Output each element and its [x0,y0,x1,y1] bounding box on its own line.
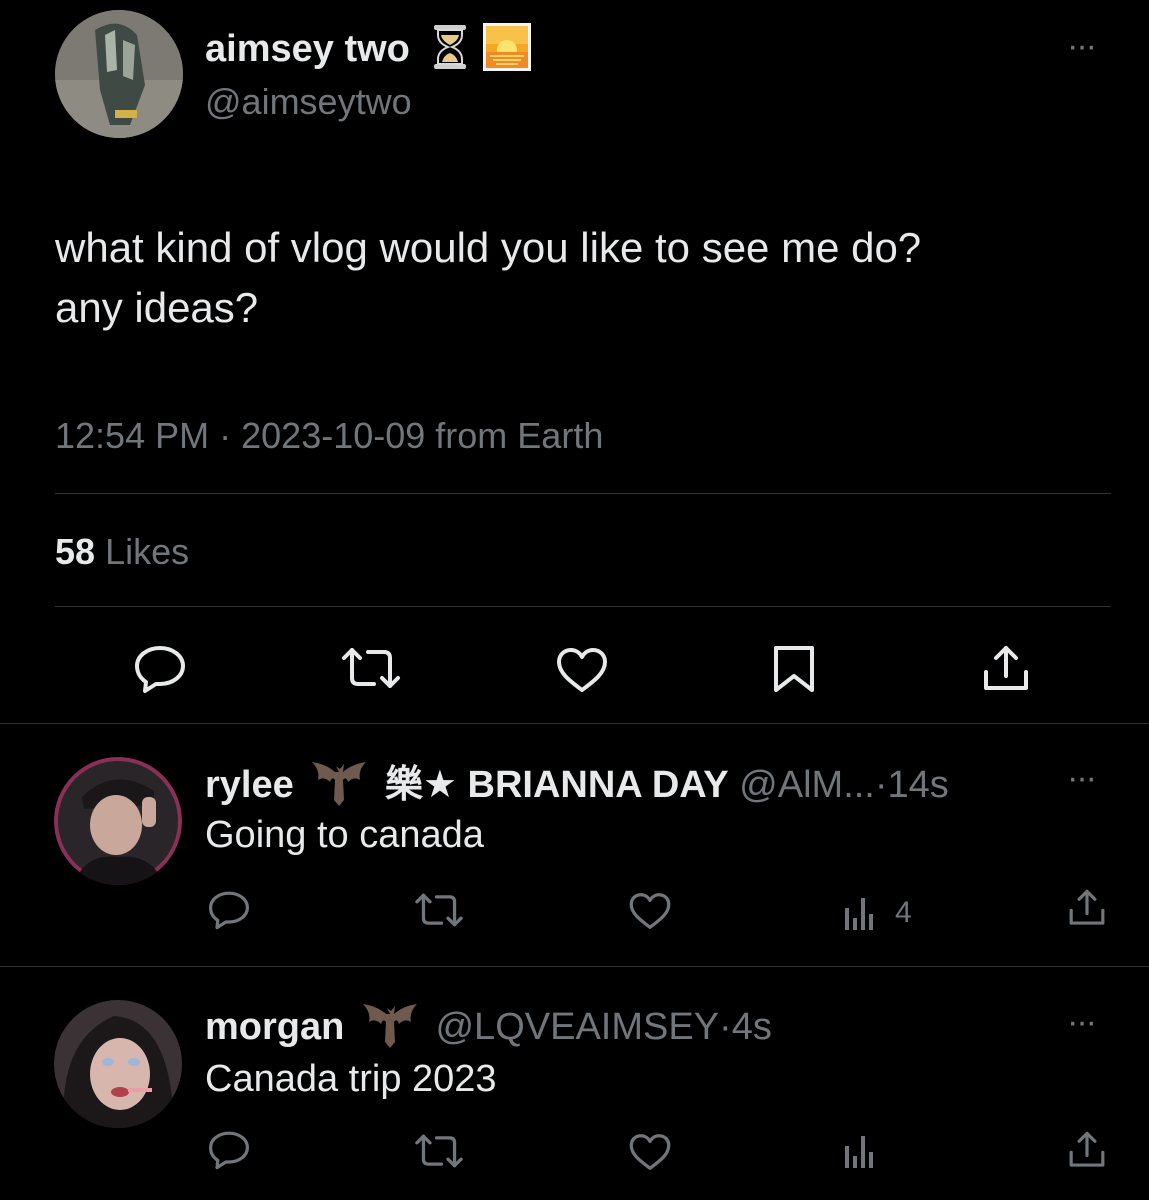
divider [0,723,1149,724]
avatar-image [54,1000,182,1128]
reply-icon[interactable] [133,644,187,694]
more-icon[interactable]: ··· [1067,29,1097,63]
reply-time[interactable]: 14s [888,764,949,806]
tweet-text-line: what kind of vlog would you like to see … [55,224,922,271]
bookmark-icon[interactable] [772,644,816,694]
reply-icon[interactable] [207,1130,251,1170]
tweet-date[interactable]: 2023-10-09 [241,415,425,456]
share-icon[interactable] [982,644,1030,694]
tweet-source: from Earth [435,415,604,456]
more-icon[interactable]: ··· [1067,761,1097,795]
bat-icon [310,756,368,818]
likes-stat[interactable]: 58 Likes [55,530,189,574]
views-count: 4 [895,896,912,929]
display-name[interactable]: aimsey two [205,28,410,71]
tweet-text-line: any ideas? [55,284,259,331]
separator: · [219,415,232,456]
share-icon[interactable] [1068,888,1106,928]
retweet-icon[interactable] [413,1133,465,1169]
retweet-icon[interactable] [413,892,465,928]
share-icon[interactable] [1068,1130,1106,1170]
display-name-suffix[interactable]: 樂★ BRIANNA DAY [385,764,729,806]
divider [0,966,1149,967]
tweet-meta: 12:54 PM · 2023-10-09 from Earth [55,414,603,458]
avatar-image [54,757,182,885]
display-name-row: aimsey two [205,22,532,72]
handle[interactable]: @aimseytwo [205,80,412,124]
more-label: ··· [1067,27,1097,65]
avatar[interactable] [54,757,182,885]
views-stat[interactable]: 4 [843,890,912,930]
avatar[interactable] [55,10,183,138]
tweet-text: what kind of vlog would you like to see … [55,218,921,338]
like-icon[interactable] [628,1132,672,1172]
reply-header: rylee 樂★ BRIANNA DAY @AlM...·14s [205,756,949,818]
handle[interactable]: @AlM... [739,764,875,806]
divider [55,493,1111,494]
more-label: ··· [1067,1003,1097,1041]
views-icon[interactable] [843,1132,877,1168]
reply-header: morgan @LQVEAIMSEY·4s [205,998,772,1060]
like-icon[interactable] [628,891,672,931]
separator: · [874,764,888,807]
handle[interactable]: @LQVEAIMSEY [435,1006,719,1048]
reply-text: Canada trip 2023 [205,1058,497,1100]
tweet-time[interactable]: 12:54 PM [55,415,209,456]
more-label: ··· [1067,759,1097,797]
avatar-image [55,10,183,138]
divider [55,606,1111,607]
views-icon [843,894,877,930]
display-name[interactable]: morgan [205,1006,344,1048]
reply-text: Going to canada [205,814,484,856]
avatar[interactable] [54,1000,182,1128]
like-icon[interactable] [555,646,609,694]
retweet-icon[interactable] [340,646,402,690]
likes-count: 58 [55,531,96,572]
reply-icon[interactable] [207,890,251,930]
sunrise-icon [482,22,532,77]
hourglass-icon [432,23,468,76]
separator: · [719,1006,732,1049]
more-icon[interactable]: ··· [1067,1005,1097,1039]
display-name[interactable]: rylee [205,764,294,806]
reply-time[interactable]: 4s [732,1006,772,1048]
likes-label: Likes [105,531,190,572]
bat-icon [361,998,419,1060]
